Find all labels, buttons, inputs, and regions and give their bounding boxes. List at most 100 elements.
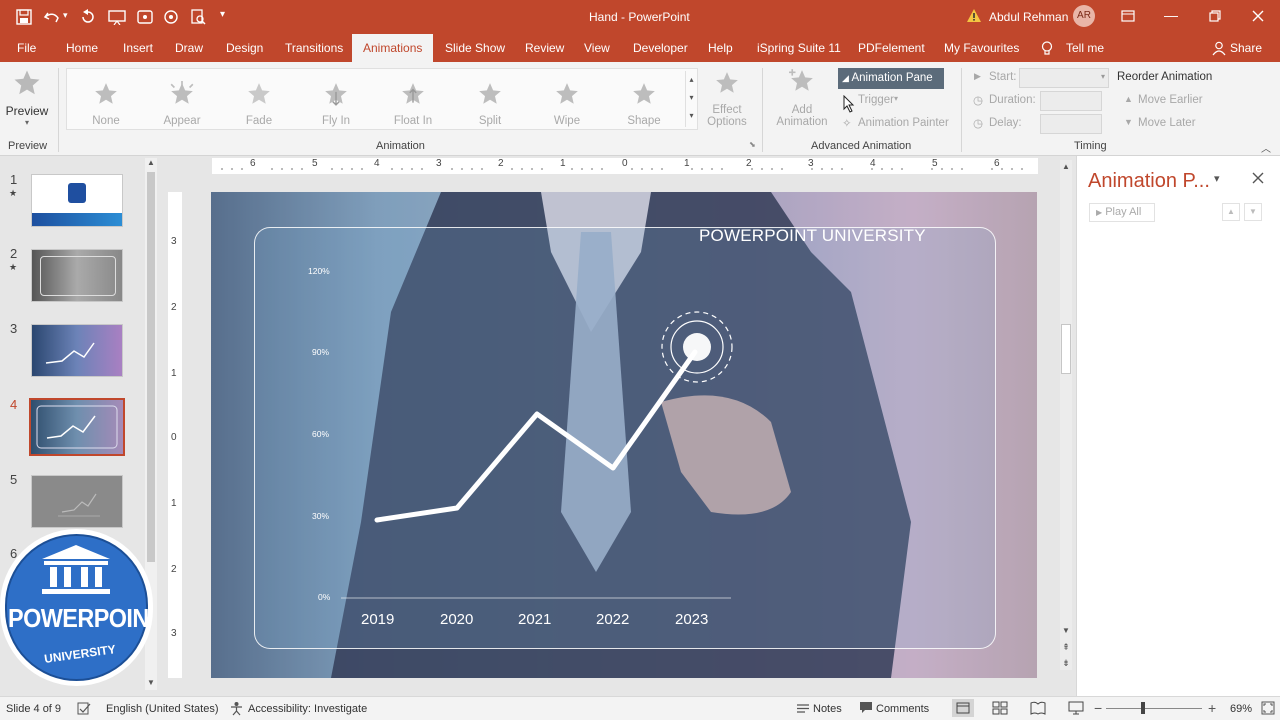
share-button[interactable]: Share xyxy=(1230,34,1262,62)
tab-pdfelement[interactable]: PDFelement xyxy=(858,34,925,62)
spell-check-icon[interactable] xyxy=(77,702,91,715)
avatar[interactable]: AR xyxy=(1073,5,1095,27)
move-down-button[interactable]: ▼ xyxy=(1244,203,1262,221)
slide-scrollbar[interactable]: ▲ ▼ ⇞ ⇟ xyxy=(1060,160,1072,670)
tab-help[interactable]: Help xyxy=(708,34,733,62)
animation-fade[interactable]: Fade xyxy=(224,81,294,127)
scroll-down-icon[interactable]: ▼ xyxy=(1060,626,1072,635)
scroll-up-icon[interactable]: ▲ xyxy=(145,158,157,170)
restore-icon[interactable] xyxy=(1209,10,1221,22)
accessibility-icon[interactable] xyxy=(229,701,244,716)
tab-slide-show[interactable]: Slide Show xyxy=(445,34,505,62)
pane-close-icon[interactable] xyxy=(1252,172,1264,184)
customize-icon[interactable] xyxy=(162,9,180,25)
notes-button[interactable]: Notes xyxy=(813,703,842,715)
redo-icon[interactable] xyxy=(80,9,96,25)
move-up-button[interactable]: ▲ xyxy=(1222,203,1240,221)
zoom-level[interactable]: 69% xyxy=(1230,703,1252,715)
tab-transitions[interactable]: Transitions xyxy=(285,34,343,62)
ribbon-display-options-icon[interactable] xyxy=(1121,10,1135,22)
tab-developer[interactable]: Developer xyxy=(633,34,688,62)
float-in-star-icon xyxy=(402,83,424,104)
move-later-button[interactable]: Move Later xyxy=(1138,117,1196,129)
preview-button[interactable]: Preview ▾ xyxy=(4,68,50,134)
lightbulb-icon[interactable] xyxy=(1041,41,1053,56)
slide-counter[interactable]: Slide 4 of 9 xyxy=(6,703,61,715)
previous-slide-icon[interactable]: ⇞ xyxy=(1060,642,1072,653)
comments-icon[interactable] xyxy=(859,701,873,714)
move-earlier-button[interactable]: Move Earlier xyxy=(1138,94,1203,106)
slide-thumbnail-2[interactable] xyxy=(31,249,123,302)
scroll-up-icon[interactable]: ▲ xyxy=(1060,162,1072,171)
animation-pane-button[interactable]: ◢ Animation Pane xyxy=(838,68,944,89)
tab-draw[interactable]: Draw xyxy=(175,34,203,62)
animation-split[interactable]: Split xyxy=(455,81,525,127)
slide-canvas[interactable]: POWERPOINT UNIVERSITY 120% 90% 60% 30% 0… xyxy=(211,192,1037,678)
delay-field[interactable] xyxy=(1040,114,1102,134)
scroll-down-icon[interactable]: ▼ xyxy=(145,678,157,690)
comments-button[interactable]: Comments xyxy=(876,703,929,715)
scroll-thumb[interactable] xyxy=(147,172,155,562)
present-from-start-icon[interactable] xyxy=(108,9,126,25)
trigger-button[interactable]: Trigger xyxy=(858,94,894,106)
animation-painter-button[interactable]: Animation Painter xyxy=(858,117,949,129)
add-animation-icon xyxy=(789,69,813,91)
tab-review[interactable]: Review xyxy=(525,34,564,62)
tab-design[interactable]: Design xyxy=(226,34,263,62)
close-icon[interactable] xyxy=(1252,10,1264,22)
scroll-thumb[interactable] xyxy=(1061,324,1071,374)
tab-ispring[interactable]: iSpring Suite 11 xyxy=(757,34,841,62)
duration-field[interactable] xyxy=(1040,91,1102,111)
animation-fly-in[interactable]: Fly In xyxy=(301,81,371,127)
start-dropdown[interactable]: ▾ xyxy=(1019,68,1109,88)
gallery-scroll[interactable]: ▴ ▾ ▾ xyxy=(685,71,697,127)
undo-icon[interactable] xyxy=(43,9,61,25)
undo-dropdown-icon[interactable]: ▾ xyxy=(63,10,68,21)
slide-show-view-icon[interactable] xyxy=(1068,701,1084,715)
animation-wipe[interactable]: Wipe xyxy=(532,81,602,127)
add-animation-button[interactable]: Add Animation xyxy=(770,68,834,128)
print-preview-icon[interactable] xyxy=(190,9,206,25)
notes-icon[interactable] xyxy=(796,703,810,714)
save-icon[interactable] xyxy=(16,9,32,25)
tab-my-favourites[interactable]: My Favourites xyxy=(944,34,1019,62)
reading-view-icon[interactable] xyxy=(1030,701,1046,715)
animation-appear[interactable]: Appear xyxy=(147,81,217,127)
animation-none[interactable]: None xyxy=(71,81,141,127)
tab-insert[interactable]: Insert xyxy=(123,34,153,62)
slide-thumbnail-1[interactable] xyxy=(31,174,123,227)
zoom-in-button[interactable]: + xyxy=(1208,700,1216,716)
tab-home[interactable]: Home xyxy=(66,34,98,62)
qat-more-icon[interactable]: ▾ xyxy=(220,9,225,20)
tell-me-search[interactable]: Tell me xyxy=(1066,34,1104,62)
next-slide-icon[interactable]: ⇟ xyxy=(1060,658,1072,669)
trigger-dropdown-icon[interactable]: ▾ xyxy=(894,94,898,103)
zoom-slider[interactable] xyxy=(1106,708,1202,709)
warning-icon[interactable] xyxy=(966,8,982,23)
appear-star-icon xyxy=(170,81,194,104)
tab-animations[interactable]: Animations xyxy=(352,34,434,62)
fit-to-window-icon[interactable] xyxy=(1261,701,1275,715)
touch-mode-icon[interactable] xyxy=(136,9,154,25)
share-person-icon[interactable] xyxy=(1212,41,1226,56)
slide-thumbnail-5[interactable] xyxy=(31,475,123,528)
collapse-ribbon-icon[interactable]: ︿ xyxy=(1261,140,1271,155)
dialog-launcher-icon[interactable]: ⬊ xyxy=(749,140,756,149)
zoom-slider-thumb[interactable] xyxy=(1141,702,1145,714)
play-all-button[interactable]: ▶ Play All xyxy=(1089,203,1155,222)
accessibility-status[interactable]: Accessibility: Investigate xyxy=(248,703,367,715)
user-name[interactable]: Abdul Rehman xyxy=(989,10,1068,24)
slide-thumbnail-4-selected[interactable] xyxy=(29,398,125,456)
slide-sorter-view-icon[interactable] xyxy=(992,701,1008,715)
effect-options-button[interactable]: Effect Options xyxy=(703,70,751,128)
minimize-icon[interactable]: — xyxy=(1164,7,1178,23)
language-status[interactable]: English (United States) xyxy=(106,703,219,715)
slide-thumbnail-3[interactable] xyxy=(31,324,123,377)
normal-view-button[interactable] xyxy=(952,699,974,717)
animation-shape[interactable]: Shape xyxy=(609,81,679,127)
zoom-out-button[interactable]: − xyxy=(1094,700,1102,716)
animation-float-in[interactable]: Float In xyxy=(378,81,448,127)
pane-options-dropdown-icon[interactable]: ▾ xyxy=(1214,172,1220,185)
tab-file[interactable]: File xyxy=(17,34,36,62)
tab-view[interactable]: View xyxy=(584,34,610,62)
